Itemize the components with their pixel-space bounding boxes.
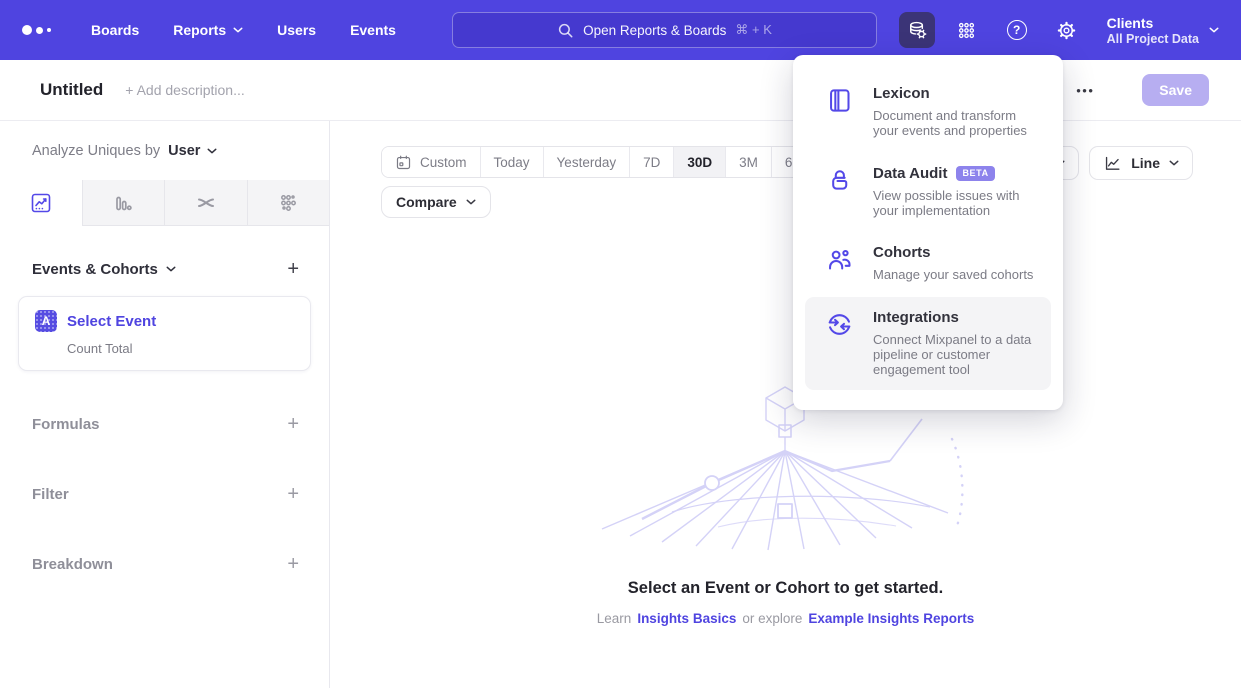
chevron-down-icon (166, 266, 176, 272)
add-event-button[interactable]: + (287, 259, 299, 279)
calendar-icon (395, 154, 412, 171)
aggregation-selector[interactable]: Count Total (67, 341, 294, 356)
tab-flow-chart[interactable] (164, 180, 247, 226)
search-icon (557, 22, 574, 39)
example-reports-link[interactable]: Example Insights Reports (808, 611, 974, 626)
nav-events[interactable]: Events (350, 22, 396, 38)
database-gear-icon (906, 19, 928, 41)
report-title[interactable]: Untitled (40, 80, 103, 100)
grid-dots-icon (956, 20, 977, 41)
menu-item-integrations[interactable]: Integrations Connect Mixpanel to a data … (805, 297, 1051, 390)
chevron-down-icon (207, 148, 217, 154)
event-series-badge: A (35, 310, 57, 332)
nav-reports[interactable]: Reports (173, 22, 243, 38)
apps-grid-button[interactable] (949, 12, 985, 48)
gear-icon (1056, 20, 1077, 41)
org-name: Clients (1107, 15, 1199, 31)
save-button[interactable]: Save (1142, 74, 1209, 106)
events-cohorts-toggle[interactable]: Events & Cohorts (32, 261, 176, 278)
search-shortcut: ⌘ + K (735, 22, 772, 38)
add-description-field[interactable]: + Add description... (125, 82, 244, 98)
range-custom[interactable]: Custom (382, 147, 480, 177)
range-3m[interactable]: 3M (725, 147, 771, 177)
data-management-button[interactable] (899, 12, 935, 48)
report-canvas: Custom Today Yesterday 7D 30D 3M 6M Line (330, 121, 1241, 688)
add-formula-button[interactable]: + (287, 414, 299, 434)
ellipsis-icon: ••• (1076, 83, 1094, 98)
range-yesterday[interactable]: Yesterday (543, 147, 630, 177)
nav-users[interactable]: Users (277, 22, 316, 38)
range-7d[interactable]: 7D (629, 147, 673, 177)
insights-basics-link[interactable]: Insights Basics (637, 611, 736, 626)
analyze-by-selector[interactable]: User (168, 143, 217, 159)
range-30d[interactable]: 30D (673, 147, 725, 177)
range-today[interactable]: Today (480, 147, 543, 177)
add-filter-button[interactable]: + (287, 484, 299, 504)
formulas-section: Formulas + (0, 389, 329, 459)
settings-button[interactable] (1049, 12, 1085, 48)
line-chart-icon (1103, 154, 1122, 173)
filter-section: Filter + (0, 459, 329, 529)
project-selector[interactable]: Clients All Project Data (1107, 15, 1219, 46)
empty-state-prefix: Learn (597, 611, 632, 626)
chevron-down-icon (1169, 160, 1179, 166)
menu-item-lexicon[interactable]: Lexicon Document and transform your even… (805, 73, 1051, 151)
chevron-down-icon (466, 199, 476, 205)
chevron-down-icon (1209, 27, 1219, 33)
lexicon-book-icon (826, 87, 853, 114)
add-breakdown-button[interactable]: + (287, 554, 299, 574)
more-options-button[interactable]: ••• (1068, 73, 1102, 107)
empty-state-title: Select an Event or Cohort to get started… (330, 579, 1241, 598)
project-name: All Project Data (1107, 32, 1199, 46)
date-range-control: Custom Today Yesterday 7D 30D 3M 6M (381, 146, 818, 178)
menu-item-data-audit[interactable]: Data Audit BETA View possible issues wit… (805, 153, 1051, 231)
menu-item-cohorts[interactable]: Cohorts Manage your saved cohorts (805, 232, 1051, 294)
help-icon: ? (1007, 20, 1027, 40)
tab-bar-chart[interactable] (82, 180, 165, 226)
cohorts-people-icon (826, 246, 853, 273)
visualization-tabs (0, 180, 329, 226)
data-audit-icon (826, 167, 853, 194)
chevron-down-icon (233, 27, 243, 33)
query-builder-sidebar: Analyze Uniques by User (0, 121, 330, 688)
nav-boards[interactable]: Boards (91, 22, 139, 38)
beta-badge: BETA (956, 166, 994, 181)
bar-chart-tab-icon (111, 191, 135, 215)
event-card[interactable]: A Select Event Count Total (18, 296, 311, 371)
integrations-sync-icon (826, 311, 853, 338)
breakdown-section: Breakdown + (0, 529, 329, 599)
line-chart-tab-icon (29, 191, 53, 215)
empty-state-middle: or explore (742, 611, 802, 626)
tab-metrics[interactable] (247, 180, 330, 226)
select-event-link[interactable]: Select Event (67, 313, 156, 330)
data-management-menu: Lexicon Document and transform your even… (793, 55, 1063, 410)
compare-button[interactable]: Compare (381, 186, 491, 218)
top-nav: Boards Reports Users Events Open Reports… (0, 0, 1241, 60)
analyze-by-label: Analyze Uniques by (32, 143, 160, 159)
chart-type-selector[interactable]: Line (1089, 146, 1193, 180)
metrics-tab-icon (276, 191, 300, 215)
help-button[interactable]: ? (999, 12, 1035, 48)
mixpanel-logo-icon[interactable] (22, 25, 51, 35)
flow-tab-icon (194, 191, 218, 215)
tab-insights-line[interactable] (0, 180, 82, 226)
global-search-input[interactable]: Open Reports & Boards ⌘ + K (452, 12, 877, 48)
